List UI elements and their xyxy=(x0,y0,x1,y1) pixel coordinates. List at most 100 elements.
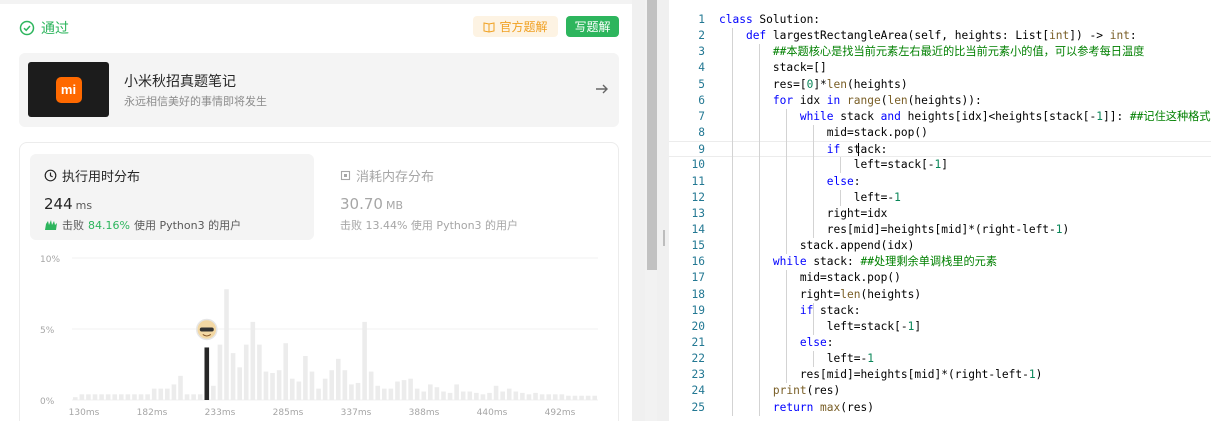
xiaomi-logo: mi xyxy=(55,76,82,103)
code-line[interactable]: 18 right=len(heights) xyxy=(669,287,1211,303)
chart-bar xyxy=(506,388,512,400)
chart-bar xyxy=(375,385,381,400)
chart-bar xyxy=(276,370,282,400)
indent-guide xyxy=(813,351,815,368)
code-text: left=-1 xyxy=(719,190,901,206)
code-token: heights[idx]<heights[stack[- xyxy=(907,109,1097,123)
code-text: right=len(heights) xyxy=(719,287,921,303)
chart-bar xyxy=(72,397,78,400)
code-line[interactable]: 4 stack=[] xyxy=(669,60,1211,76)
code-line[interactable]: 16 while stack: ##处理剩余单调栈里的元素 xyxy=(669,254,1211,270)
indent-guide xyxy=(759,44,761,416)
code-token: len xyxy=(887,93,908,107)
check-circle-icon xyxy=(19,20,35,36)
code-editor[interactable]: 1 class Solution: 2 def largestRectangleAr… xyxy=(669,0,1211,421)
chart-bar xyxy=(99,394,104,400)
code-text: else: xyxy=(719,174,861,190)
code-line[interactable]: 22 left=-1 xyxy=(669,351,1211,367)
chart-y-tick: 0% xyxy=(40,397,55,407)
chart-bar xyxy=(165,388,170,400)
line-number: 20 xyxy=(691,319,705,333)
chart-x-tick: 388ms xyxy=(409,408,440,418)
code-line[interactable]: 13 right=idx xyxy=(669,206,1211,222)
line-number: 19 xyxy=(691,303,705,317)
code-line[interactable]: 17 mid=stack.pop() xyxy=(669,270,1211,286)
code-line[interactable]: 23 res[mid]=heights[mid]*(right-left-1) xyxy=(669,367,1211,383)
chart-bar xyxy=(500,391,505,400)
chart-bar xyxy=(421,391,427,400)
status-row: 通过 xyxy=(19,18,69,38)
chart-bar xyxy=(368,371,374,400)
avatar-glasses xyxy=(199,327,214,332)
code-line[interactable]: 8 mid=stack.pop() xyxy=(669,125,1211,141)
line-number: 16 xyxy=(691,255,705,269)
indent-guide xyxy=(786,270,788,384)
indent-guide xyxy=(840,157,842,174)
code-line[interactable]: 2 def largestRectangleArea(self, heights… xyxy=(669,28,1211,44)
chart-bar xyxy=(572,395,578,400)
code-line[interactable]: 6 for idx in range(len(heights)): xyxy=(669,93,1211,109)
chart-bar xyxy=(447,392,453,400)
code-line[interactable]: 1 class Solution: xyxy=(669,12,1211,28)
code-line[interactable]: 14 res[mid]=heights[mid]*(right-left-1) xyxy=(669,222,1211,238)
code-token: left=stack[- xyxy=(719,158,935,172)
code-line[interactable]: 15 stack.append(idx) xyxy=(669,238,1211,254)
chart-bar xyxy=(92,394,98,400)
arrow-right-icon[interactable] xyxy=(594,81,610,97)
code-token: if xyxy=(799,303,821,317)
code-line[interactable]: 24 print(res) xyxy=(669,383,1211,399)
code-token: in xyxy=(826,93,848,107)
code-line[interactable]: 5 res=[0]*len(heights) xyxy=(669,77,1211,93)
book-icon xyxy=(483,21,495,33)
chart-bar xyxy=(546,394,551,400)
indent-guide xyxy=(786,108,788,255)
line-number: 17 xyxy=(691,271,705,285)
code-token: else xyxy=(799,336,827,349)
chart-bar xyxy=(362,321,367,400)
chart-x-tick: 182ms xyxy=(137,408,168,418)
scrollbar-thumb[interactable] xyxy=(647,0,657,270)
code-text: left=stack[-1] xyxy=(719,319,921,335)
code-line[interactable]: 12 left=-1 xyxy=(669,190,1211,206)
code-text: stack=[] xyxy=(719,60,827,76)
chart-x-tick: 130ms xyxy=(69,408,100,418)
code-text: res[mid]=heights[mid]*(right-left-1) xyxy=(719,222,1070,238)
line-number: 3 xyxy=(698,45,705,59)
line-number: 15 xyxy=(691,239,705,253)
code-token: stack=[] xyxy=(719,61,827,75)
panel-top-divider xyxy=(0,0,632,4)
code-line[interactable]: 19 if stack: xyxy=(669,303,1211,319)
resize-grip[interactable] xyxy=(663,230,665,246)
code-line[interactable]: 11 else: xyxy=(669,174,1211,190)
line-number: 18 xyxy=(691,287,705,301)
chart-bar xyxy=(309,371,315,400)
line-number: 1 xyxy=(698,13,705,26)
chart-bar xyxy=(191,394,196,400)
line-number: 24 xyxy=(691,384,705,398)
code-line[interactable]: 25 return max(res) xyxy=(669,400,1211,416)
chart-bar xyxy=(322,378,328,400)
code-token: ] xyxy=(914,319,922,333)
code-line[interactable]: 21 else: xyxy=(669,335,1211,351)
chart-bar xyxy=(132,394,137,400)
promo-banner[interactable]: mi 小米秋招真题笔记 永远相信美好的事情即将发生 xyxy=(19,53,619,127)
write-solution-button[interactable]: 写题解 xyxy=(566,16,619,37)
app-root: 通过 官方题解 写题解 mi 小米秋招真题笔记 永远相信美好的事情即将发生 执行… xyxy=(0,0,1211,421)
code-text: left=stack[-1] xyxy=(719,157,948,173)
official-solution-button[interactable]: 官方题解 xyxy=(473,16,558,37)
chart-bar xyxy=(585,395,591,400)
code-line[interactable]: 3 ##本题核心是找当前元素左右最近的比当前元素小的值，可以参考每日温度 xyxy=(669,44,1211,60)
code-token: ] xyxy=(941,158,949,172)
line-number: 11 xyxy=(691,174,705,188)
code-line[interactable]: 20 left=stack[-1] xyxy=(669,319,1211,335)
code-line[interactable]: 10 left=stack[-1] xyxy=(669,157,1211,173)
chart-bar xyxy=(414,388,420,400)
code-token: len xyxy=(826,77,848,91)
chart-bar xyxy=(434,387,440,400)
code-line[interactable]: 9 if stack: xyxy=(669,141,1211,158)
pane-divider[interactable] xyxy=(632,0,669,421)
chart-bar xyxy=(125,394,131,400)
code-line[interactable]: 7 while stack and heights[idx]<heights[s… xyxy=(669,109,1211,125)
